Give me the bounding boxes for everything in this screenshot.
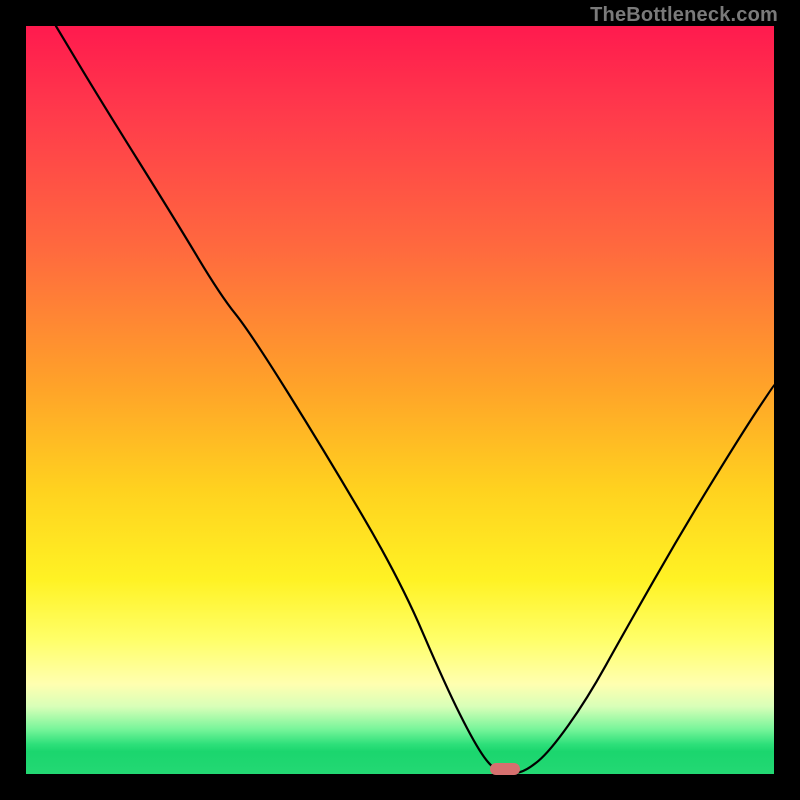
bottleneck-marker	[490, 763, 520, 775]
watermark-text: TheBottleneck.com	[590, 4, 778, 27]
bottleneck-curve	[26, 26, 774, 774]
outer-frame: TheBottleneck.com	[0, 0, 800, 800]
plot-area	[26, 26, 774, 774]
